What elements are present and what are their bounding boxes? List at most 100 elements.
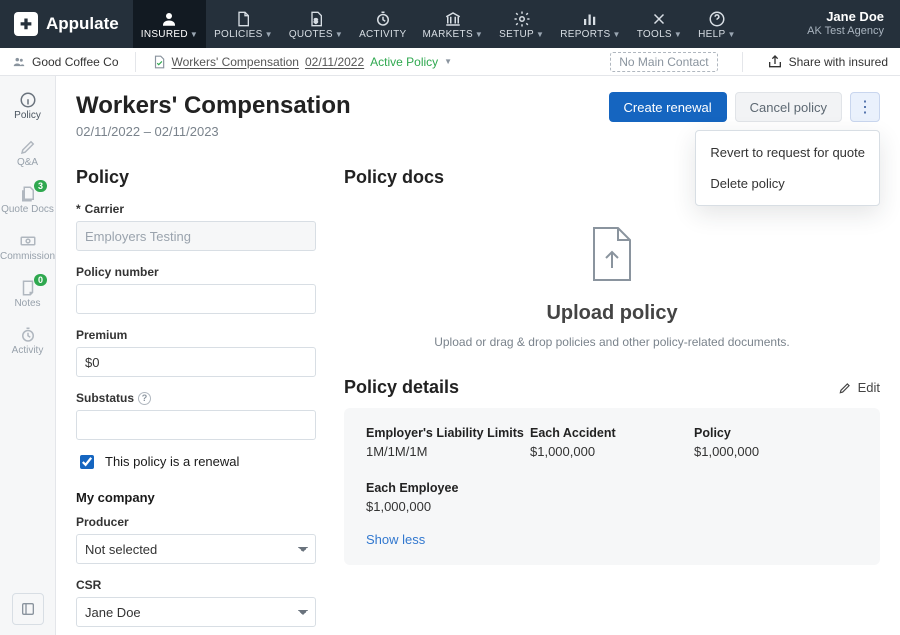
renewal-checkbox-label: This policy is a renewal <box>105 454 239 469</box>
document-icon <box>235 9 251 29</box>
no-contact-chip[interactable]: No Main Contact <box>610 52 717 72</box>
more-actions-button[interactable]: ⋮ <box>850 92 880 122</box>
doc-check-icon <box>152 55 166 69</box>
substatus-field[interactable] <box>76 410 316 440</box>
gear-icon <box>513 9 531 29</box>
user-agency: AK Test Agency <box>807 25 884 39</box>
collapse-icon <box>20 601 36 617</box>
bar-chart-icon <box>581 9 599 29</box>
user-name: Jane Doe <box>826 9 884 25</box>
premium-field[interactable] <box>76 347 316 377</box>
producer-select[interactable]: Not selected <box>76 534 316 564</box>
nav-help[interactable]: HELP▼ <box>690 0 744 48</box>
create-renewal-button[interactable]: Create renewal <box>609 92 727 122</box>
upload-dropzone[interactable]: Upload policy Upload or drag & drop poli… <box>344 202 880 369</box>
cancel-policy-button[interactable]: Cancel policy <box>735 92 842 122</box>
svg-text:$: $ <box>314 18 318 25</box>
csr-select[interactable]: Jane Doe <box>76 597 316 627</box>
ribbon-items: INSURED▼ POLICIES▼ $ QUOTES▼ ACTIVITY MA… <box>133 0 744 48</box>
pencil-icon <box>838 381 852 395</box>
detail-item: Employer's Liability Limits 1M/1M/1M <box>366 426 530 459</box>
renewal-checkbox-row: This policy is a renewal <box>76 454 316 472</box>
my-company-heading: My company <box>76 490 316 505</box>
activity-icon <box>19 325 37 345</box>
upload-title: Upload policy <box>546 302 677 325</box>
person-icon <box>160 9 178 29</box>
policy-details-title: Policy details <box>344 377 459 398</box>
nav-tools[interactable]: TOOLS▼ <box>629 0 690 48</box>
policy-number-field[interactable] <box>76 284 316 314</box>
chevron-down-icon: ▼ <box>612 30 620 39</box>
rail-activity[interactable]: Activity <box>0 319 55 362</box>
share-icon <box>767 54 783 70</box>
rail-quote-docs[interactable]: 3 Quote Docs <box>0 178 55 221</box>
carrier-field[interactable] <box>76 221 316 251</box>
policy-date-range: 02/11/2022 – 02/11/2023 <box>76 124 609 139</box>
context-bar: Good Coffee Co Workers' Compensation 02/… <box>0 48 900 76</box>
insured-name[interactable]: Good Coffee Co <box>32 55 119 69</box>
nav-reports[interactable]: REPORTS▼ <box>552 0 628 48</box>
user-block[interactable]: Jane Doe AK Test Agency <box>791 0 900 48</box>
rail-qa[interactable]: Q&A <box>0 131 55 174</box>
label-substatus: Substatus ? <box>76 391 316 405</box>
money-icon <box>19 231 37 251</box>
chevron-down-icon: ▼ <box>674 30 682 39</box>
upload-file-icon <box>590 226 634 282</box>
chevron-down-icon: ▼ <box>475 30 483 39</box>
label-carrier: Carrier <box>76 202 316 216</box>
menu-revert[interactable]: Revert to request for quote <box>696 137 879 168</box>
upload-subtitle: Upload or drag & drop policies and other… <box>434 335 790 349</box>
nav-policies[interactable]: POLICIES▼ <box>206 0 281 48</box>
chevron-down-icon: ▼ <box>190 30 198 39</box>
policy-breadcrumb[interactable]: Workers' Compensation <box>172 55 299 69</box>
nav-quotes[interactable]: $ QUOTES▼ <box>281 0 351 48</box>
side-rail: Policy Q&A 3 Quote Docs Commission 0 Not… <box>0 76 56 635</box>
nav-activity[interactable]: ACTIVITY <box>351 0 414 48</box>
quote-docs-badge: 3 <box>34 180 47 192</box>
nav-setup[interactable]: SETUP▼ <box>491 0 552 48</box>
chevron-down-icon: ▼ <box>536 30 544 39</box>
chevron-down-icon: ▼ <box>265 30 273 39</box>
show-less-link[interactable]: Show less <box>366 532 858 547</box>
policy-details-panel: Employer's Liability Limits 1M/1M/1M Eac… <box>344 408 880 565</box>
pencil-icon <box>19 137 37 157</box>
nav-markets[interactable]: MARKETS▼ <box>414 0 491 48</box>
rail-commission[interactable]: Commission <box>0 225 55 268</box>
activity-icon <box>374 9 392 29</box>
logo-text: Appulate <box>46 14 119 34</box>
help-icon <box>708 9 726 29</box>
more-actions-menu: Revert to request for quote Delete polic… <box>695 130 880 206</box>
page-title: Workers' Compensation <box>76 92 609 120</box>
rail-policy[interactable]: Policy <box>0 84 55 127</box>
main-content: Workers' Compensation 02/11/2022 – 02/11… <box>56 76 900 635</box>
kebab-icon: ⋮ <box>857 97 873 117</box>
info-icon <box>19 90 37 110</box>
tools-icon <box>650 9 668 29</box>
logo-mark-icon: ✚ <box>14 12 38 36</box>
policy-date-link[interactable]: 02/11/2022 <box>305 55 364 69</box>
rail-collapse-button[interactable] <box>12 593 44 625</box>
share-button[interactable]: Share with insured <box>767 54 888 70</box>
renewal-checkbox[interactable] <box>80 455 94 469</box>
detail-item: Policy $1,000,000 <box>694 426 858 459</box>
rail-notes[interactable]: 0 Notes <box>0 272 55 315</box>
people-icon <box>12 55 26 69</box>
edit-details-button[interactable]: Edit <box>838 380 880 395</box>
label-premium: Premium <box>76 328 316 342</box>
logo[interactable]: ✚ Appulate <box>0 0 133 48</box>
policy-section-title: Policy <box>76 167 316 188</box>
page-actions: Create renewal Cancel policy ⋮ <box>609 92 880 122</box>
menu-delete[interactable]: Delete policy <box>696 168 879 199</box>
top-ribbon: ✚ Appulate INSURED▼ POLICIES▼ $ QUOTES▼ … <box>0 0 900 48</box>
chevron-down-icon[interactable]: ▼ <box>444 57 452 66</box>
label-producer: Producer <box>76 515 316 529</box>
quote-icon: $ <box>308 9 324 29</box>
chevron-down-icon: ▼ <box>335 30 343 39</box>
label-policy-number: Policy number <box>76 265 316 279</box>
label-csr: CSR <box>76 578 316 592</box>
nav-insured[interactable]: INSURED▼ <box>133 0 206 48</box>
detail-item: Each Employee $1,000,000 <box>366 481 530 514</box>
policy-status: Active Policy <box>370 55 438 69</box>
notes-badge: 0 <box>34 274 47 286</box>
help-icon[interactable]: ? <box>138 392 151 405</box>
